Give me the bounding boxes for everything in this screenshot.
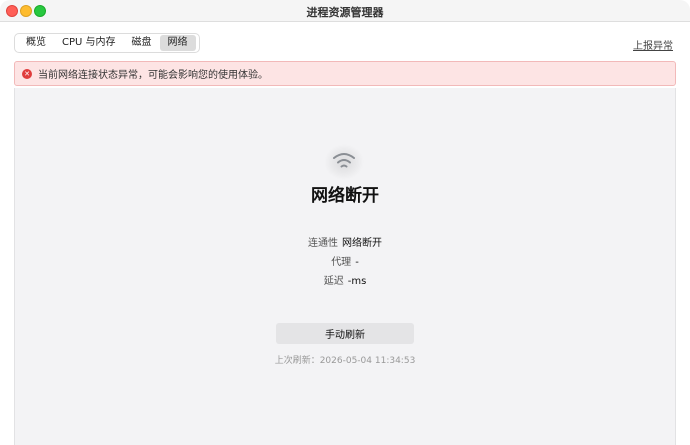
proxy-label: 代理 (331, 257, 352, 268)
error-circle-icon: ✕ (22, 68, 32, 79)
app-window: 进程资源管理器 概览 CPU 与内存 磁盘 网络 上报异常 ✕ 当前网络连接状态… (0, 0, 690, 445)
connectivity-row: 连通性 网络断开 (0, 234, 690, 249)
tab-bar: 概览 CPU 与内存 磁盘 网络 (14, 33, 200, 53)
tab-cpu-memory[interactable]: CPU 与内存 (54, 35, 124, 51)
tab-overview[interactable]: 概览 (18, 35, 54, 51)
latency-value: -ms (347, 276, 367, 287)
tab-disk[interactable]: 磁盘 (124, 35, 160, 51)
tab-network[interactable]: 网络 (159, 35, 196, 51)
network-status-title: 网络断开 (311, 186, 379, 206)
connectivity-value: 网络断开 (342, 238, 382, 249)
latency-label: 延迟 (323, 276, 344, 287)
window-title: 进程资源管理器 (306, 6, 384, 19)
manual-refresh-button[interactable]: 手动刷新 (276, 323, 414, 344)
alert-message: 当前网络连接状态异常，可能会影响您的使用体验。 (38, 70, 268, 81)
wifi-icon (333, 153, 355, 168)
wifi-status-indicator (314, 144, 374, 180)
network-error-alert: ✕ 当前网络连接状态异常，可能会影响您的使用体验。 (14, 61, 676, 86)
proxy-value: - (355, 257, 359, 268)
report-issue-link[interactable]: 上报异常 (633, 37, 673, 52)
latency-row: 延迟 -ms (0, 272, 690, 287)
last-refresh-time: 上次刷新：2026-05-04 11:34:53 (274, 356, 416, 366)
proxy-row: 代理 - (0, 253, 690, 268)
title-bar: 进程资源管理器 (0, 0, 690, 22)
connectivity-label: 连通性 (308, 238, 338, 249)
